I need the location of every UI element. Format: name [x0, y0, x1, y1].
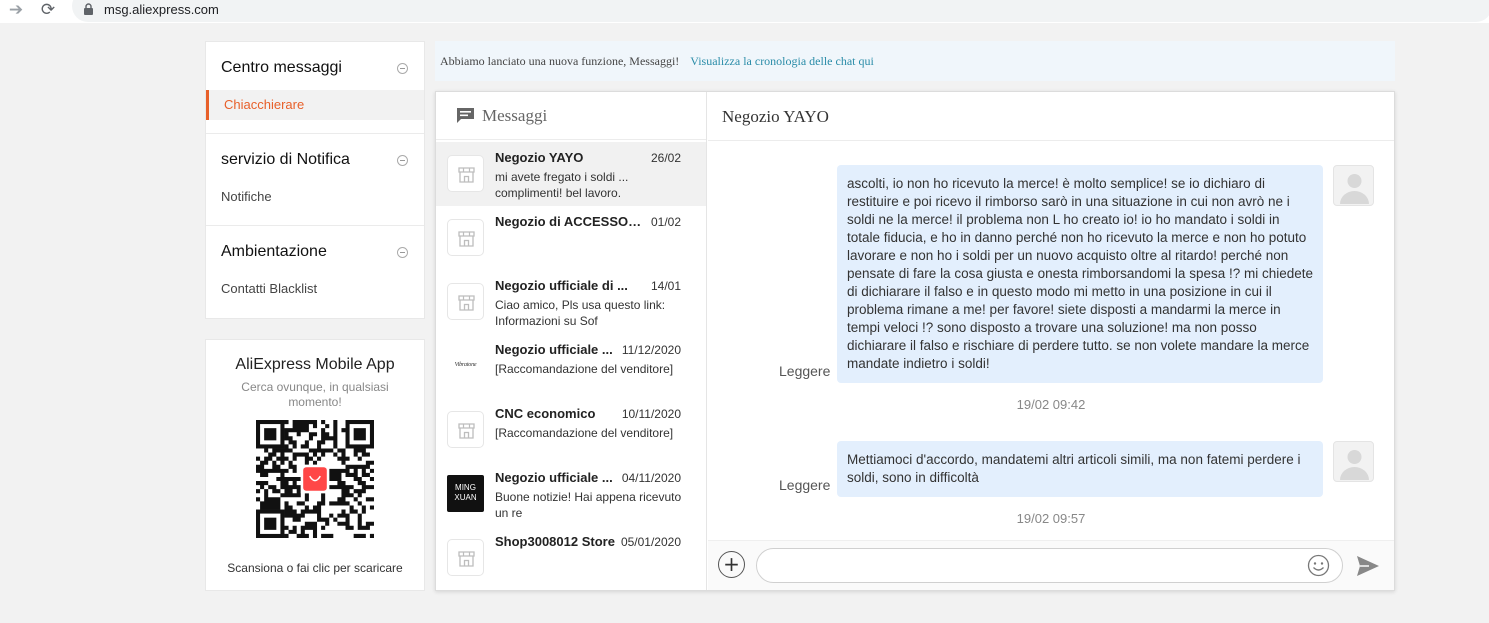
conversation-item[interactable]: Negozio di ACCESSORIES 01/02: [436, 206, 706, 270]
avatar: [447, 219, 484, 256]
qr-code-icon: [255, 419, 375, 539]
feature-banner: Abbiamo lanciato una nuova funzione, Mes…: [435, 41, 1395, 81]
sidebar: Centro messaggi Chiacchierare servizio d…: [205, 41, 425, 319]
app-promo-caption[interactable]: Scansiona o fai clic per scaricare: [206, 561, 424, 575]
conversation-preview: [Raccomandazione del venditore]: [495, 362, 674, 376]
browser-toolbar: ➔ ⟳ msg.aliexpress.com: [0, 0, 1489, 23]
conversation-item[interactable]: Vibratone Negozio ufficiale ... 11/12/2020…: [436, 334, 706, 398]
user-icon: [1340, 174, 1369, 204]
message-timestamp: 19/02 09:42: [1016, 397, 1086, 412]
chat-panel: Messaggi Negozio YAYO 26/02 mi avete frega…: [435, 91, 1395, 591]
chat-title: Negozio YAYO: [722, 107, 829, 126]
sidebar-section-settings: Ambientazione Contatti Blacklist: [206, 226, 424, 318]
message-input[interactable]: [756, 548, 1343, 583]
collapse-icon[interactable]: [397, 247, 408, 258]
conversation-date: 05/01/2020: [620, 535, 681, 549]
avatar: [447, 539, 484, 576]
url-text[interactable]: msg.aliexpress.com: [104, 2, 219, 17]
collapse-icon[interactable]: [397, 155, 408, 166]
avatar: [1333, 165, 1374, 206]
message-bubble: ascolti, io non ho ricevuto la merce! è …: [837, 165, 1323, 383]
chat-header: Negozio YAYO: [708, 92, 1394, 141]
conversation-date: 04/11/2020: [621, 471, 681, 485]
store-icon: [458, 167, 475, 183]
conversation-list: Messaggi Negozio YAYO 26/02 mi avete frega…: [436, 92, 707, 590]
conversation-date: 01/02: [650, 215, 681, 229]
conversation-date: 10/11/2020: [621, 407, 681, 421]
chat-bubble-icon: [457, 108, 474, 123]
sidebar-section-title: Ambientazione: [221, 243, 327, 260]
address-bar[interactable]: [72, 0, 1489, 22]
conversation-name: Negozio ufficiale di ...: [495, 278, 628, 293]
conversation-date: 26/02: [650, 151, 681, 165]
user-icon: [1340, 450, 1369, 480]
conversation-list-header: Messaggi: [436, 92, 706, 140]
message-bubble: Mettiamoci d'accordo, mandatemi altri ar…: [837, 441, 1323, 497]
avatar: MING XUAN: [447, 475, 484, 512]
avatar: [447, 155, 484, 192]
read-status: Leggere: [779, 363, 831, 379]
conversation-preview: mi avete fregato i soldi ... complimenti…: [495, 170, 629, 200]
conversation-item[interactable]: MING XUAN Negozio ufficiale ... 04/11/2020…: [436, 462, 706, 526]
avatar: [1333, 441, 1374, 482]
conversation-preview: Ciao amico, Pls usa questo link: Informa…: [495, 298, 666, 328]
add-attachment-button[interactable]: +: [718, 551, 745, 578]
sidebar-item-chat[interactable]: Chiacchierare: [206, 90, 424, 120]
qr-code[interactable]: [255, 419, 375, 539]
sidebar-item-notifications[interactable]: Notifiche: [206, 182, 424, 212]
conversation-preview: [Raccomandazione del venditore]: [495, 426, 674, 440]
conversation-name: Negozio YAYO: [495, 150, 584, 165]
collapse-icon[interactable]: [397, 63, 408, 74]
conversation-name: Negozio di ACCESSORIES: [495, 214, 645, 229]
lock-icon: [84, 3, 93, 15]
store-icon: [458, 295, 475, 311]
chat-window: Negozio YAYO Leggere ascolti, io non ho …: [708, 92, 1394, 590]
arrow-forward-icon[interactable]: ➔: [6, 1, 26, 19]
sidebar-section-title: Centro messaggi: [221, 59, 342, 76]
read-status: Leggere: [779, 477, 831, 493]
store-icon: [458, 423, 475, 439]
avatar: [447, 411, 484, 448]
chat-history-link[interactable]: Visualizza la cronologia delle chat qui: [690, 54, 874, 68]
send-icon[interactable]: [1356, 555, 1380, 577]
conversation-item[interactable]: Shop3008012 Store 05/01/2020: [436, 526, 706, 590]
reload-icon[interactable]: ⟳: [38, 1, 58, 19]
store-icon: [458, 551, 475, 567]
aliexpress-logo-icon: [303, 467, 327, 491]
store-icon: [458, 231, 475, 247]
app-promo-subtitle: Cerca ovunque, in qualsiasi momento!: [241, 380, 389, 409]
sidebar-section-notifications: servizio di Notifica Notifiche: [206, 134, 424, 226]
conversation-item[interactable]: Negozio ufficiale di ... 14/01 Ciao amico,…: [436, 270, 706, 334]
avatar: Vibratone: [454, 362, 477, 368]
conversation-date: 11/12/2020: [621, 343, 681, 357]
message-timestamp: 19/02 09:57: [1016, 511, 1086, 526]
mobile-app-promo: AliExpress Mobile App Cerca ovunque, in …: [205, 339, 425, 591]
avatar: [447, 283, 484, 320]
sidebar-section-title: servizio di Notifica: [221, 151, 350, 168]
emoji-icon[interactable]: [1307, 554, 1330, 577]
message-composer: +: [708, 540, 1394, 590]
conversation-preview: Buone notizie! Hai appena ricevuto un re: [495, 490, 682, 520]
sidebar-item-blacklist[interactable]: Contatti Blacklist: [206, 274, 424, 304]
app-promo-title: AliExpress Mobile App: [235, 356, 395, 373]
banner-text: Abbiamo lanciato una nuova funzione, Mes…: [440, 54, 680, 68]
conversation-item[interactable]: CNC economico 10/11/2020 [Raccomandazione …: [436, 398, 706, 462]
conversation-item[interactable]: Negozio YAYO 26/02 mi avete fregato i sold…: [436, 142, 706, 206]
sidebar-section-messages: Centro messaggi Chiacchierare: [206, 42, 424, 134]
conversation-date: 14/01: [650, 279, 681, 293]
conversation-list-title: Messaggi: [482, 106, 548, 125]
